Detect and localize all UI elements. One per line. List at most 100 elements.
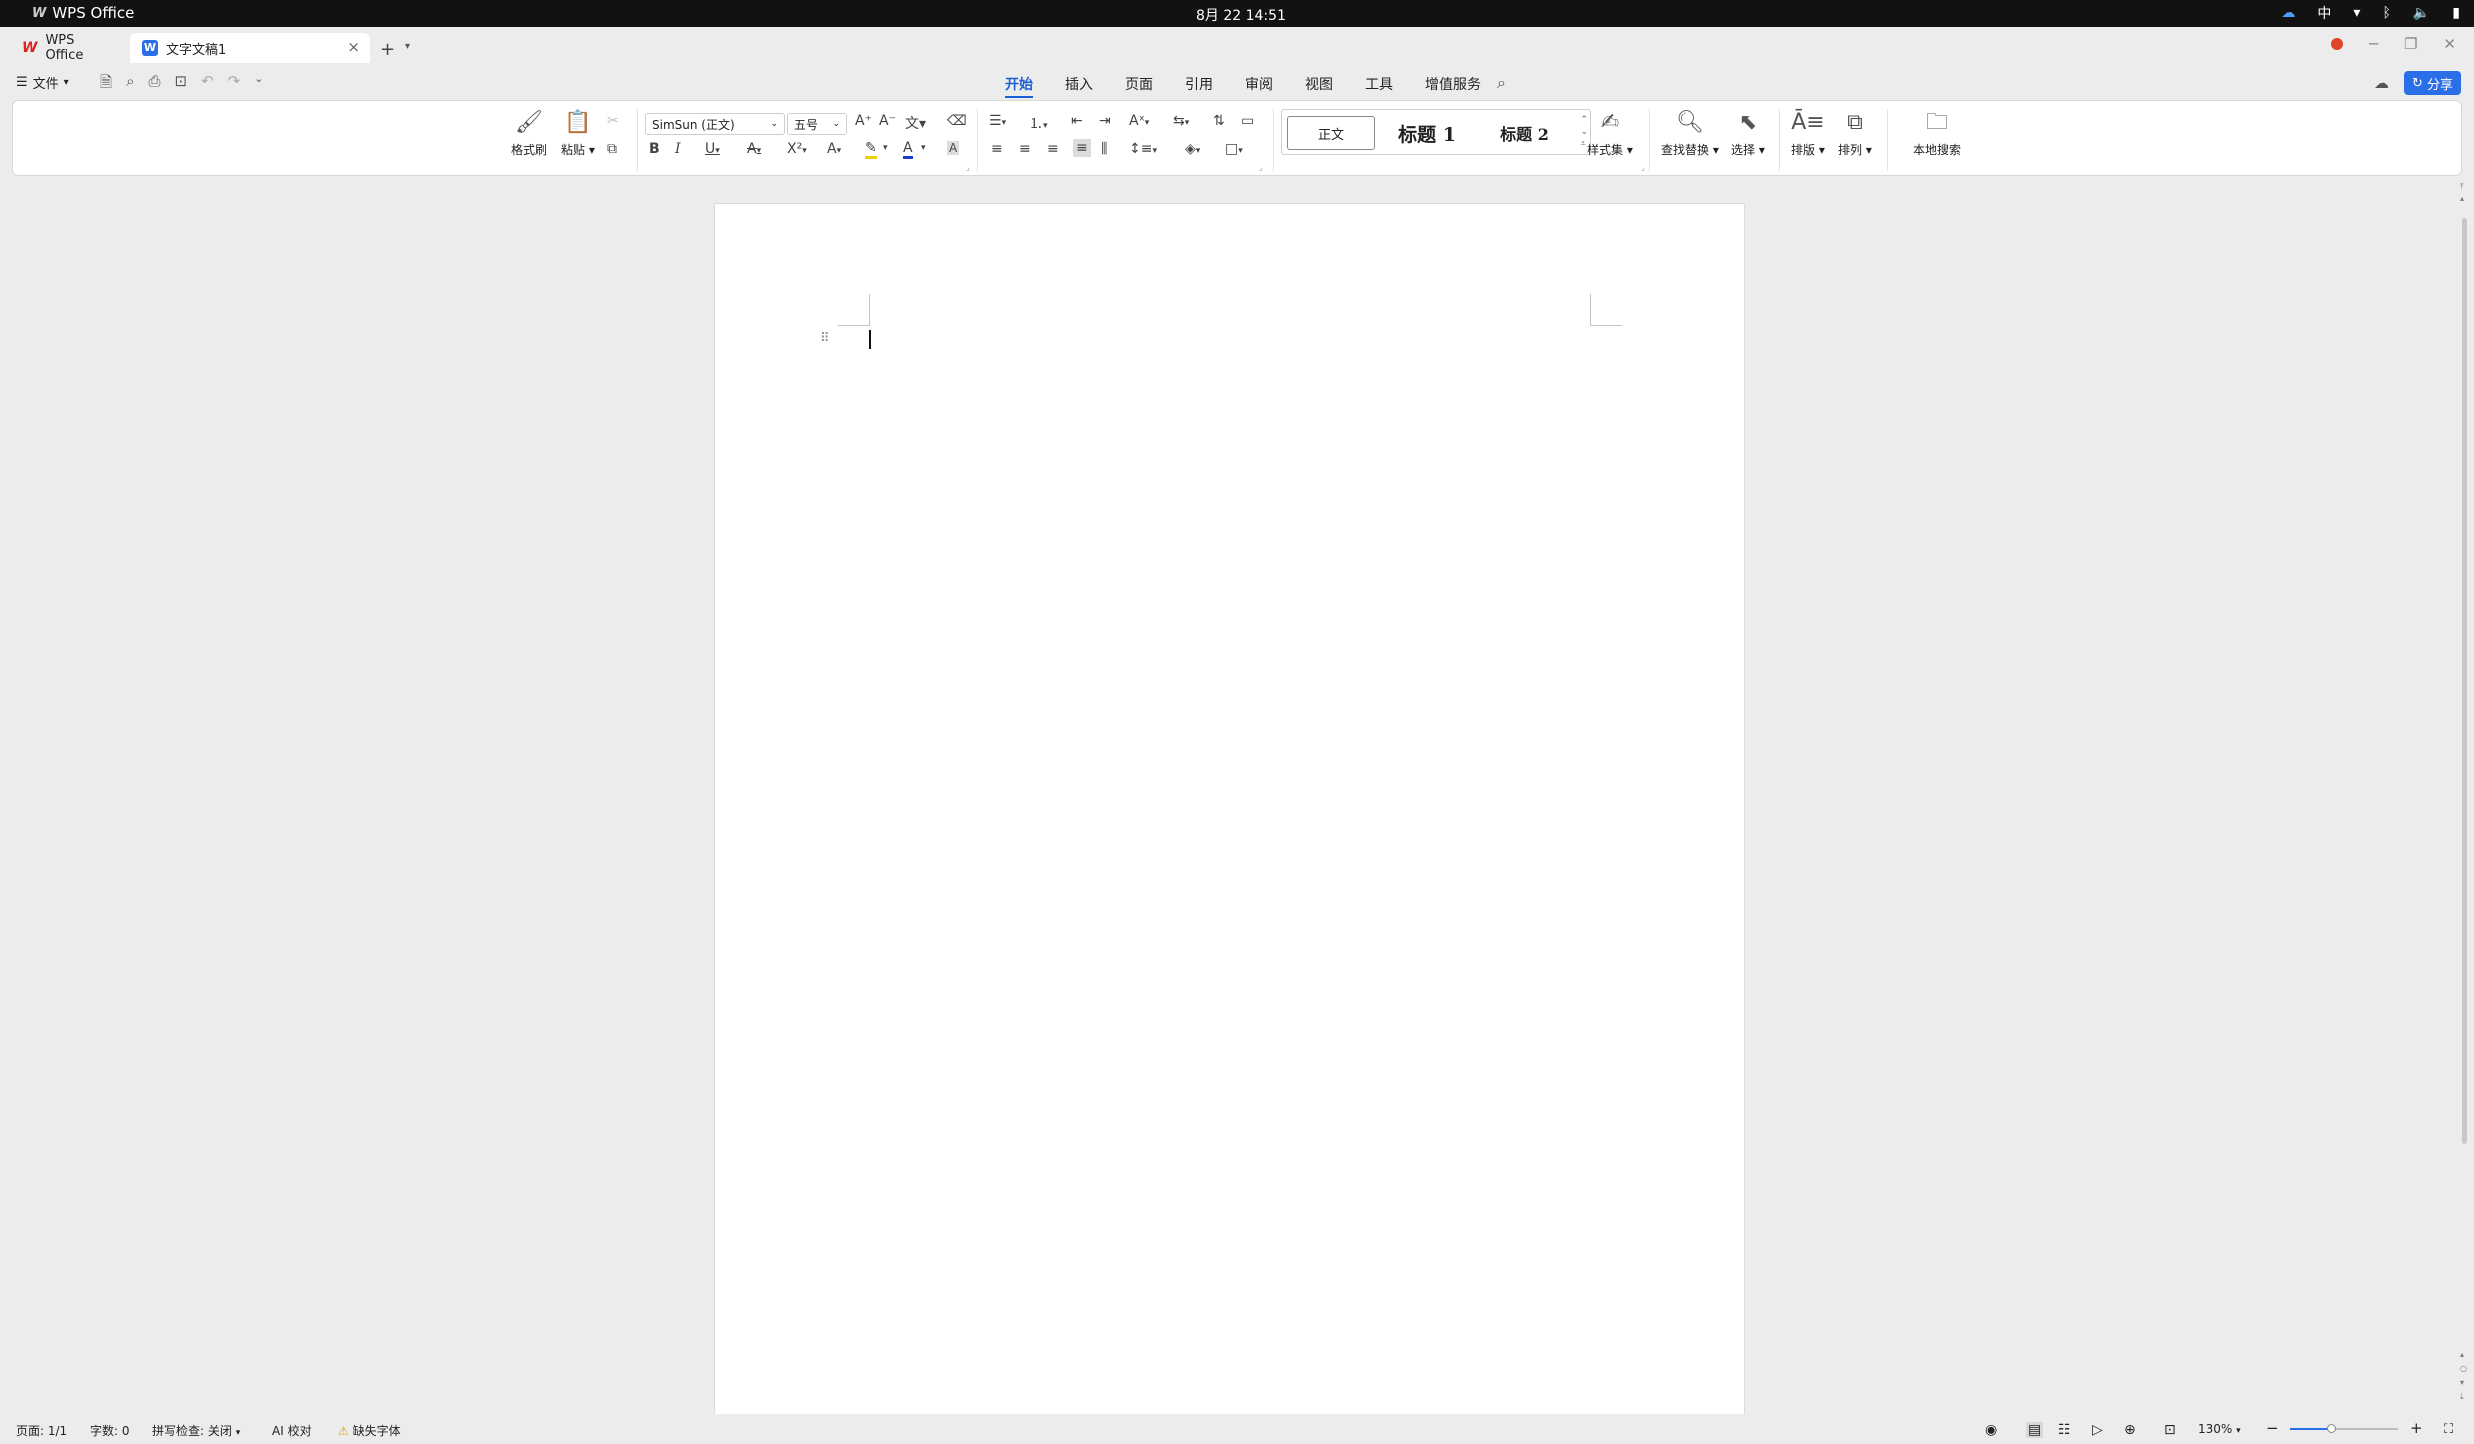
page-indicator[interactable]: 页面: 1/1 xyxy=(16,1422,67,1439)
save-icon[interactable]: 🗎 xyxy=(100,72,112,97)
spell-check-toggle[interactable]: 拼写检查: 关闭 ▾ xyxy=(152,1422,240,1439)
share-button[interactable]: ↻ 分享 xyxy=(2404,71,2461,95)
notification-dot-icon[interactable] xyxy=(2330,38,2343,50)
scrollbar-thumb[interactable] xyxy=(2462,218,2467,1144)
clear-format-icon[interactable]: ⌫ xyxy=(947,113,967,129)
document-page[interactable] xyxy=(714,203,1745,1420)
style-heading-2[interactable]: 标题 2 xyxy=(1477,116,1572,150)
close-tab-icon[interactable]: × xyxy=(347,38,360,56)
cut-icon[interactable]: ✂ xyxy=(607,113,619,129)
select-button[interactable]: ⬉ 选择 ▾ xyxy=(1731,111,1765,158)
undo-icon[interactable]: ↶ xyxy=(201,72,214,97)
font-name-select[interactable]: SimSun (正文) ⌄ xyxy=(645,113,785,135)
zoom-slider-handle[interactable] xyxy=(2327,1424,2337,1433)
cloud-sync-icon[interactable]: ☁ xyxy=(2281,5,2295,21)
paragraph-drag-handle-icon[interactable]: ⠿ xyxy=(820,331,829,346)
font-size-select[interactable]: 五号 ⌄ xyxy=(787,113,847,135)
highlight-icon[interactable]: ✎ xyxy=(865,141,877,159)
layout-button[interactable]: Ā≡ 排版 ▾ xyxy=(1791,111,1825,158)
local-search-button[interactable]: 🗀 本地搜索 xyxy=(1913,111,1961,158)
tab-insert[interactable]: 插入 xyxy=(1065,74,1093,98)
browse-object-icon[interactable]: ○ xyxy=(2460,1364,2467,1373)
redo-icon[interactable]: ↷ xyxy=(228,72,241,97)
text-direction-icon[interactable]: Aˣ▾ xyxy=(1129,113,1149,129)
web-view-icon[interactable]: ⊕ xyxy=(2124,1422,2136,1438)
align-center-icon[interactable]: ≡ xyxy=(1019,141,1031,157)
zoom-level-select[interactable]: 130% ▾ xyxy=(2198,1422,2241,1436)
grow-font-icon[interactable]: A⁺ xyxy=(855,113,872,129)
word-count[interactable]: 字数: 0 xyxy=(90,1422,130,1439)
tab-document[interactable]: W 文字文稿1 × xyxy=(130,33,370,63)
shrink-font-icon[interactable]: A⁻ xyxy=(879,113,896,129)
sort-icon[interactable]: ⇅ xyxy=(1213,113,1225,129)
fit-page-icon[interactable]: ⊡ xyxy=(2164,1422,2176,1438)
align-left-icon[interactable]: ≡ xyxy=(991,141,1003,157)
underline-icon[interactable]: U▾ xyxy=(705,141,720,157)
bold-icon[interactable]: B xyxy=(649,141,660,157)
cloud-save-icon[interactable]: ☁ xyxy=(2374,74,2389,92)
shading-icon[interactable]: ◈▾ xyxy=(1185,141,1200,157)
increase-indent-icon[interactable]: ⇥ xyxy=(1099,113,1111,129)
active-app-indicator[interactable]: W WPS Office xyxy=(32,4,134,22)
customize-toolbar-icon[interactable]: ⌄ xyxy=(254,72,263,97)
italic-icon[interactable]: I xyxy=(675,141,681,157)
tab-review[interactable]: 审阅 xyxy=(1245,74,1273,98)
tab-references[interactable]: 引用 xyxy=(1185,74,1213,98)
chinese-layout-icon[interactable]: ⇆▾ xyxy=(1173,113,1189,129)
tab-page[interactable]: 页面 xyxy=(1125,74,1153,98)
search-icon[interactable]: ⌕ xyxy=(1497,73,1506,93)
tab-home[interactable]: 开始 xyxy=(1005,74,1033,98)
font-dialog-launcher-icon[interactable]: ⌟ xyxy=(966,163,970,172)
page-view-icon[interactable]: ▤ xyxy=(2026,1422,2044,1438)
system-clock[interactable]: 8月 22 14:51 xyxy=(1196,5,1286,25)
format-painter-button[interactable]: 🖌 格式刷 xyxy=(511,111,547,158)
tab-wps-home[interactable]: W WPS Office xyxy=(10,33,125,63)
scroll-up-icon[interactable]: ▴ xyxy=(2460,194,2464,203)
distributed-align-icon[interactable]: ⫼ xyxy=(1101,141,1107,157)
arrange-button[interactable]: ⧉ 排列 ▾ xyxy=(1838,111,1872,158)
tab-view[interactable]: 视图 xyxy=(1305,74,1333,98)
zoom-slider[interactable] xyxy=(2290,1424,2398,1433)
tab-tools[interactable]: 工具 xyxy=(1365,74,1393,98)
zoom-in-icon[interactable]: + xyxy=(2410,1419,2423,1437)
restore-icon[interactable]: ❐ xyxy=(2404,35,2417,53)
align-right-icon[interactable]: ≡ xyxy=(1047,141,1059,157)
eye-protection-icon[interactable]: ◉ xyxy=(1985,1422,1997,1438)
input-method-indicator[interactable]: 中 xyxy=(2317,3,2331,23)
paragraph-dialog-launcher-icon[interactable]: ⌟ xyxy=(1259,163,1263,172)
style-set-button[interactable]: ✍ 样式集 ▾ xyxy=(1587,111,1633,158)
superscript-icon[interactable]: X²▾ xyxy=(787,141,807,157)
decrease-indent-icon[interactable]: ⇤ xyxy=(1071,113,1083,129)
ai-proofread-button[interactable]: AI 校对 xyxy=(272,1422,312,1439)
chevron-down-icon[interactable]: ▾ xyxy=(405,41,410,52)
prev-page-icon[interactable]: ▴ xyxy=(2460,1350,2464,1359)
fullscreen-icon[interactable]: ⛶ xyxy=(2444,1422,2453,1437)
show-marks-icon[interactable]: ▭ xyxy=(1241,113,1254,129)
border-icon[interactable]: □▾ xyxy=(1225,141,1243,157)
line-spacing-icon[interactable]: ↕≡▾ xyxy=(1129,141,1157,157)
strikethrough-icon[interactable]: A▾ xyxy=(747,141,761,157)
bluetooth-icon[interactable]: ᛒ xyxy=(2382,5,2390,21)
file-menu-button[interactable]: ☰ 文件 ▾ xyxy=(16,73,69,92)
character-shading-icon[interactable]: A xyxy=(947,141,960,155)
paste-button[interactable]: 📋 粘贴 ▾ xyxy=(561,111,595,158)
missing-fonts-button[interactable]: ⚠ 缺失字体 xyxy=(338,1422,401,1439)
style-body[interactable]: 正文 xyxy=(1287,116,1375,150)
print-preview-icon[interactable]: ⊡ xyxy=(174,72,187,97)
find-replace-button[interactable]: 🔍︎ 查找替换 ▾ xyxy=(1661,111,1719,158)
outline-view-icon[interactable]: ☷ xyxy=(2058,1422,2071,1438)
scroll-top-icon[interactable]: ⤒ xyxy=(2460,182,2464,191)
close-window-icon[interactable]: ✕ xyxy=(2443,35,2456,53)
copy-icon[interactable]: ⧉ xyxy=(607,141,617,157)
font-color-icon[interactable]: A xyxy=(903,141,913,159)
wifi-icon[interactable]: ▾ xyxy=(2353,5,2360,21)
align-justify-icon[interactable]: ≡ xyxy=(1073,139,1091,157)
styles-dialog-launcher-icon[interactable]: ⌟ xyxy=(1641,163,1645,172)
style-heading-1[interactable]: 标题 1 xyxy=(1382,116,1472,150)
text-effect-icon[interactable]: A▾ xyxy=(827,141,841,157)
export-pdf-icon[interactable]: ⌕ xyxy=(126,72,134,97)
reading-mode-icon[interactable]: ▷ xyxy=(2092,1422,2103,1438)
zoom-out-icon[interactable]: − xyxy=(2266,1419,2279,1437)
chevron-down-icon[interactable]: ▾ xyxy=(921,143,926,153)
minimize-icon[interactable]: ─ xyxy=(2369,35,2378,53)
